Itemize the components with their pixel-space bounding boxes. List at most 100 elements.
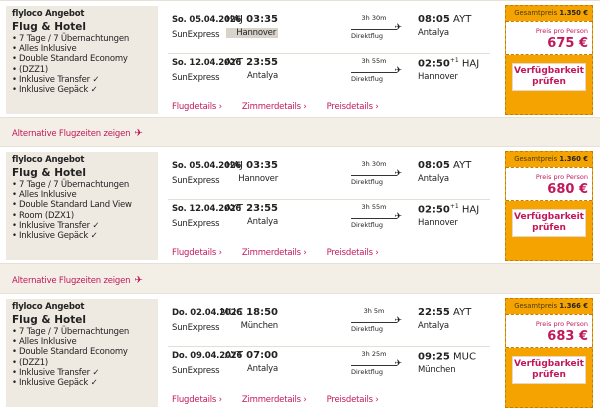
- price-amount: 683 €: [547, 329, 588, 344]
- check-availability-button[interactable]: Verfügbarkeit prüfen: [512, 209, 586, 237]
- departure-code: AYT: [224, 57, 243, 68]
- check-availability-button[interactable]: Verfügbarkeit prüfen: [512, 63, 586, 91]
- check-availability-button[interactable]: Verfügbarkeit prüfen: [512, 356, 586, 384]
- arrival-city: Antalya: [418, 28, 449, 38]
- airline: SunExpress: [172, 323, 220, 333]
- route-line: ✈: [351, 212, 402, 222]
- room-details-link[interactable]: Zimmerdetails: [242, 248, 307, 258]
- total-price-label: Gesamtpreis: [514, 9, 558, 17]
- package-info: flyloco Angebot Flug & Hotel 7 Tage / 7 …: [6, 152, 158, 260]
- price-details-link[interactable]: Preisdetails: [327, 395, 379, 405]
- package-title: Flug & Hotel: [12, 314, 86, 326]
- alternative-times-link[interactable]: Alternative Flugzeiten zeigen ✈: [12, 128, 143, 139]
- offer-card: flyloco Angebot Flug & Hotel 7 Tage / 7 …: [0, 293, 600, 411]
- plane-icon: ✈: [394, 212, 402, 222]
- total-price-label: Gesamtpreis: [514, 155, 558, 163]
- departure: MUC 18:50 München: [220, 307, 278, 331]
- detail-links: Flugdetails Zimmerdetails Preisdetails: [172, 395, 379, 405]
- arrival-city: Antalya: [418, 174, 449, 184]
- departure-city: München: [240, 321, 279, 331]
- total-price: Gesamtpreis 1.360 €: [510, 155, 588, 163]
- flight-details-link[interactable]: Flugdetails: [172, 102, 222, 112]
- arrival-city: Hannover: [418, 218, 458, 229]
- flight-duration: 3h 55m: [361, 57, 387, 65]
- detail-links: Flugdetails Zimmerdetails Preisdetails: [172, 102, 379, 112]
- outbound-flight: Do. 02.04.2026 SunExpress MUC 18:50 Münch…: [168, 304, 490, 346]
- per-person-label: Preis pro Person: [535, 27, 588, 35]
- flight-details-link[interactable]: Flugdetails: [172, 248, 222, 258]
- arrival: 22:55 AYT Antalya: [418, 307, 471, 331]
- route-line: ✈: [351, 23, 402, 33]
- feature-item: Alles Inklusive: [12, 337, 152, 347]
- plane-icon: ✈: [394, 66, 402, 76]
- total-price-value: 1.350 €: [559, 9, 588, 17]
- feature-item: Alles Inklusive: [12, 190, 152, 200]
- feature-item: Inklusive Gepäck ✓: [12, 85, 152, 95]
- arrival: 09:25 MUC München: [418, 350, 476, 375]
- flight-route: 3h 55m ✈ Direktflug: [351, 203, 402, 229]
- plane-icon: ✈: [134, 128, 143, 139]
- feature-item: Inklusive Transfer ✓: [12, 221, 152, 231]
- departure-code: HAJ: [225, 160, 243, 171]
- total-price: Gesamtpreis 1.366 €: [510, 302, 588, 310]
- per-person-price: Preis pro Person 680 €: [506, 167, 592, 201]
- arrival: 02:50+1 HAJ Hannover: [418, 57, 479, 82]
- feature-item: (DZZ1): [12, 65, 152, 75]
- arrival: 08:05 AYT Antalya: [418, 160, 471, 184]
- return-flight: So. 12.04.2026 SunExpress AYT 23:55 Antal…: [168, 53, 490, 95]
- per-person-label: Preis pro Person: [535, 320, 588, 328]
- departure-city: Antalya: [247, 364, 278, 374]
- price-details-link[interactable]: Preisdetails: [327, 248, 379, 258]
- flight-duration: 3h 30m: [361, 160, 387, 168]
- departure: AYT 07:00 Antalya: [225, 350, 279, 374]
- feature-list: 7 Tage / 7 Übernachtungen Alles Inklusiv…: [12, 327, 152, 388]
- arrival-time: 02:50: [418, 58, 450, 70]
- arrival-code: MUC: [453, 351, 476, 363]
- price-box: Gesamtpreis 1.350 € Preis pro Person 675…: [505, 5, 593, 115]
- route-line: ✈: [351, 359, 402, 369]
- route-line: ✈: [351, 169, 402, 179]
- return-flight: So. 12.04.2026 SunExpress AYT 23:55 Antal…: [168, 199, 490, 241]
- room-details-link[interactable]: Zimmerdetails: [242, 102, 307, 112]
- feature-item: (DZZ1): [12, 358, 152, 368]
- plane-icon: ✈: [394, 359, 402, 369]
- alternative-times-link[interactable]: Alternative Flugzeiten zeigen ✈: [12, 275, 143, 286]
- departure: AYT 23:55 Antalya: [224, 57, 279, 81]
- alternative-times-label: Alternative Flugzeiten zeigen: [12, 129, 131, 139]
- flight-route: 3h 55m ✈ Direktflug: [351, 57, 402, 83]
- departure-code: MUC: [220, 307, 243, 318]
- route-line: ✈: [351, 66, 402, 76]
- departure: HAJ 03:35 Hannover: [225, 160, 279, 184]
- arrival: 08:05 AYT Antalya: [418, 14, 471, 38]
- feature-item: Inklusive Transfer ✓: [12, 368, 152, 378]
- flight-details-link[interactable]: Flugdetails: [172, 395, 222, 405]
- outbound-flight: So. 05.04.2026 SunExpress HAJ 03:35 Hanno…: [168, 157, 490, 199]
- feature-item: 7 Tage / 7 Übernachtungen: [12, 34, 152, 44]
- feature-item: Inklusive Transfer ✓: [12, 75, 152, 85]
- room-details-link[interactable]: Zimmerdetails: [242, 395, 307, 405]
- arrival-code: HAJ: [461, 204, 480, 216]
- price-amount: 675 €: [547, 36, 588, 51]
- feature-item: Room (DZX1): [12, 211, 152, 221]
- return-flight: Do. 09.04.2026 SunExpress AYT 07:00 Antal…: [168, 346, 490, 388]
- arrival-city: Antalya: [418, 321, 449, 331]
- price-details-link[interactable]: Preisdetails: [327, 102, 379, 112]
- feature-item: 7 Tage / 7 Übernachtungen: [12, 327, 152, 337]
- flight-duration: 3h 5m: [363, 307, 385, 315]
- feature-item: Inklusive Gepäck ✓: [12, 231, 152, 241]
- arrival-time: 08:05: [418, 14, 450, 25]
- per-person-price: Preis pro Person 683 €: [506, 314, 592, 348]
- airline: SunExpress: [172, 219, 220, 229]
- departure-code: AYT: [224, 203, 243, 214]
- departure-city: Antalya: [247, 71, 278, 81]
- airline: SunExpress: [172, 73, 220, 83]
- plane-icon: ✈: [134, 275, 143, 286]
- total-price-label: Gesamtpreis: [514, 302, 558, 310]
- arrival-time: 09:25: [418, 351, 450, 363]
- package-info: flyloco Angebot Flug & Hotel 7 Tage / 7 …: [6, 299, 158, 407]
- price-amount: 680 €: [547, 182, 588, 197]
- feature-item: Double Standard Economy: [12, 347, 152, 357]
- route-line: ✈: [351, 316, 402, 326]
- plane-icon: ✈: [394, 316, 402, 326]
- offer-card: flyloco Angebot Flug & Hotel 7 Tage / 7 …: [0, 0, 600, 118]
